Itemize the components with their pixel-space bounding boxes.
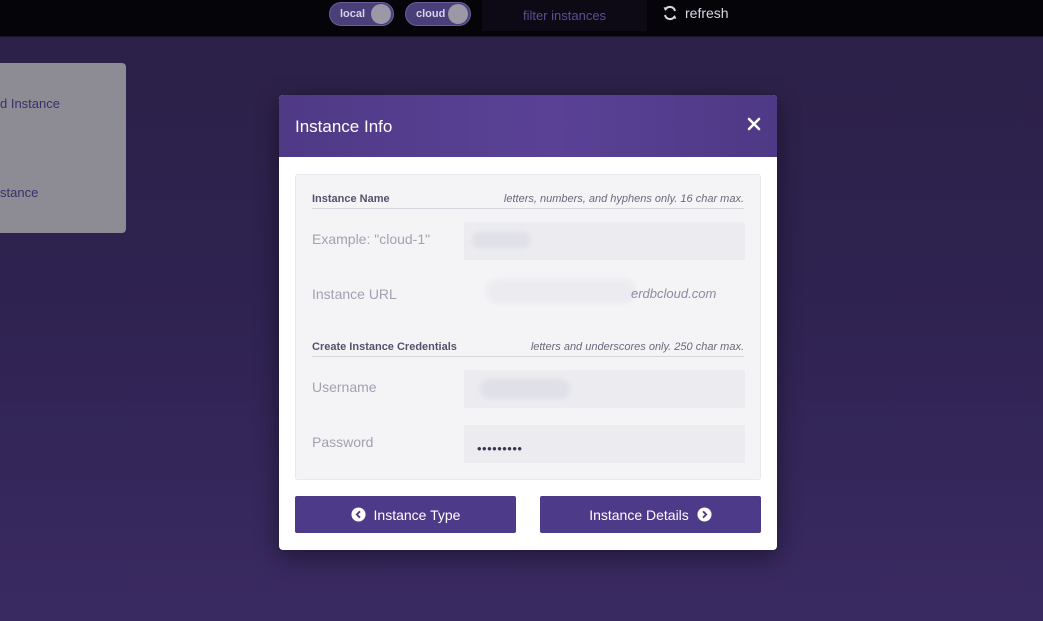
instance-name-section-header: Instance Name letters, numbers, and hyph… bbox=[312, 189, 744, 209]
instance-url-label: Instance URL bbox=[312, 286, 397, 302]
section-hint: letters, numbers, and hyphens only. 16 c… bbox=[503, 193, 744, 205]
refresh-icon bbox=[663, 5, 677, 21]
redacted-value bbox=[472, 232, 530, 248]
instance-name-input[interactable] bbox=[464, 222, 745, 260]
local-toggle[interactable]: local bbox=[329, 2, 394, 26]
instance-url-suffix: erdbcloud.com bbox=[631, 286, 717, 301]
cloud-toggle-label: cloud bbox=[416, 8, 446, 20]
instance-type-button[interactable]: Instance Type bbox=[295, 496, 516, 533]
redacted-url bbox=[486, 279, 636, 303]
background-panel-item[interactable]: stance bbox=[0, 185, 38, 200]
local-toggle-label: local bbox=[340, 8, 366, 20]
password-label: Password bbox=[312, 434, 374, 450]
background-panel-item[interactable]: d Instance bbox=[0, 96, 60, 111]
instance-details-button[interactable]: Instance Details bbox=[540, 496, 761, 533]
background-panel: d Instance stance bbox=[0, 63, 126, 233]
section-title: Instance Name bbox=[312, 193, 390, 205]
cloud-toggle[interactable]: cloud bbox=[405, 2, 471, 26]
section-title: Create Instance Credentials bbox=[312, 341, 457, 353]
refresh-button[interactable]: refresh bbox=[662, 5, 729, 21]
modal-header: Instance Info bbox=[279, 95, 777, 157]
password-value: ••••••••• bbox=[477, 441, 523, 456]
username-label: Username bbox=[312, 379, 377, 395]
instance-form: Instance Name letters, numbers, and hyph… bbox=[295, 174, 761, 480]
redacted-value bbox=[480, 379, 570, 399]
instance-name-label: Example: "cloud-1" bbox=[312, 231, 431, 247]
toggle-knob bbox=[448, 4, 468, 24]
instance-info-modal: Instance Info Instance Name letters, num… bbox=[279, 95, 777, 550]
close-icon[interactable] bbox=[745, 115, 763, 133]
filter-instances-input[interactable] bbox=[482, 0, 647, 31]
top-bar: local cloud refresh bbox=[0, 0, 1043, 37]
refresh-label: refresh bbox=[685, 5, 729, 21]
chevron-right-circle-icon bbox=[697, 507, 712, 522]
instance-type-label: Instance Type bbox=[373, 506, 461, 523]
toggle-knob bbox=[371, 4, 391, 24]
credentials-section-header: Create Instance Credentials letters and … bbox=[312, 337, 744, 357]
username-input[interactable] bbox=[464, 370, 745, 408]
section-hint: letters and underscores only. 250 char m… bbox=[530, 341, 744, 353]
modal-title: Instance Info bbox=[295, 117, 393, 136]
instance-details-label: Instance Details bbox=[589, 506, 689, 523]
chevron-left-circle-icon bbox=[351, 507, 366, 522]
